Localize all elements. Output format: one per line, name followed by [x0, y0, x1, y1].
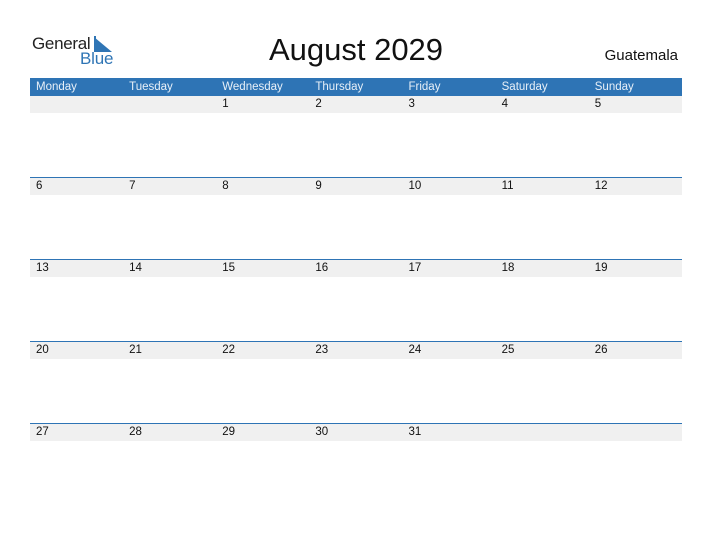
day-cell: 30: [315, 426, 329, 438]
day-cell: 16: [315, 262, 329, 274]
week-row: 1 2 3 4 5: [30, 96, 682, 177]
country-label: Guatemala: [604, 47, 678, 64]
week-row: 27 28 29 30 31: [30, 423, 682, 505]
day-cell: 1: [222, 98, 229, 110]
day-cell: 10: [408, 180, 422, 192]
day-cell: 17: [408, 262, 422, 274]
day-cell: 15: [222, 262, 236, 274]
day-cell: 20: [36, 344, 49, 356]
day-cell: 5: [594, 98, 602, 110]
day-cell: 2: [315, 98, 322, 110]
week-row: 6 7 8 9 10 11 12: [30, 177, 682, 259]
day-cell: 25: [501, 344, 515, 356]
day-cell: 19: [594, 262, 608, 274]
day-cell: 9: [315, 180, 322, 192]
day-cell: [30, 96, 123, 113]
date-strip: 20 21 22 23 24 25 26: [30, 342, 682, 359]
weekday-wednesday: Wednesday: [222, 81, 283, 93]
day-cell: 8: [222, 180, 229, 192]
day-cell: 23: [315, 344, 329, 356]
date-strip: 6 7 8 9 10 11 12: [30, 178, 682, 195]
weekday-thursday: Thursday: [315, 81, 364, 93]
date-strip: 13 14 15 16 17 18 19: [30, 260, 682, 277]
day-cell: 7: [129, 180, 136, 192]
day-cell: 12: [594, 180, 608, 192]
day-cell: 29: [222, 426, 236, 438]
weekday-header: Monday Tuesday Wednesday Thursday Friday…: [30, 78, 682, 96]
day-cell: 3: [408, 98, 415, 110]
date-strip: 1 2 3 4 5: [30, 96, 682, 113]
day-cell: 21: [129, 344, 142, 356]
day-cell: 11: [501, 180, 514, 192]
date-strip: 27 28 29 30 31: [30, 424, 682, 441]
weekday-saturday: Saturday: [501, 81, 548, 93]
day-cell: 22: [222, 344, 236, 356]
day-cell: 27: [36, 426, 49, 438]
week-row: 13 14 15 16 17 18 19: [30, 259, 682, 341]
day-cell: [123, 96, 216, 113]
day-cell: 28: [129, 426, 142, 438]
weekday-monday: Monday: [36, 81, 77, 93]
weekday-friday: Friday: [408, 81, 441, 93]
day-cell: 14: [129, 262, 142, 274]
day-cell: 13: [36, 262, 49, 274]
day-cell: 24: [408, 344, 422, 356]
weekday-sunday: Sunday: [594, 81, 634, 93]
calendar-grid: Monday Tuesday Wednesday Thursday Friday…: [30, 78, 682, 505]
day-cell: [496, 424, 589, 441]
day-cell: 4: [501, 98, 509, 110]
day-cell: 6: [36, 180, 43, 192]
weeks-container: 1 2 3 4 5 6 7 8 9 10 11 12 13 14 15 16 17 18 19 20 21 22 23 24 2…: [30, 96, 682, 505]
day-cell: 31: [408, 426, 422, 438]
day-cell: 26: [594, 344, 608, 356]
day-cell: 18: [501, 262, 515, 274]
weekday-tuesday: Tuesday: [129, 81, 173, 93]
day-cell: [589, 424, 682, 441]
week-row: 20 21 22 23 24 25 26: [30, 341, 682, 423]
